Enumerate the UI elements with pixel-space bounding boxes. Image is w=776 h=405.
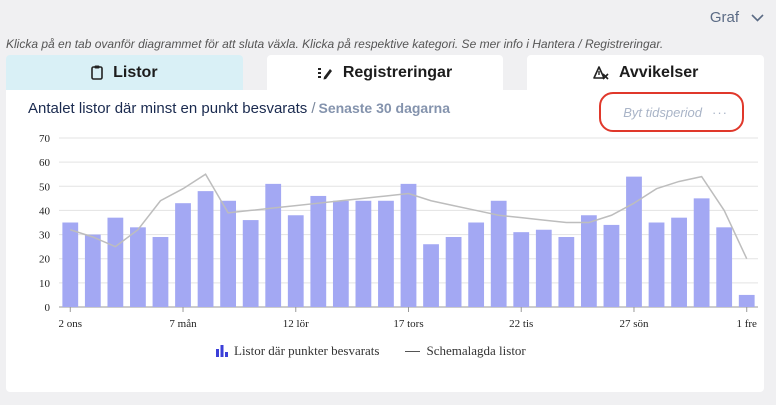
x-tick-label: 27 sön (619, 318, 649, 330)
x-tick-label: 17 tors (393, 318, 423, 330)
bar[interactable] (378, 200, 394, 307)
bar[interactable] (242, 220, 259, 307)
hint-text: Klicka på en tab ovanför diagrammet för … (6, 37, 664, 51)
chart-card: Antalet listor där minst en punkt besvar… (6, 90, 764, 392)
bar[interactable] (513, 232, 530, 307)
bar[interactable] (738, 294, 755, 307)
legend-label: Listor där punkter besvarats (234, 343, 380, 358)
view-select-label: Graf (709, 9, 739, 26)
bar[interactable] (332, 200, 349, 307)
tab-avvikelser[interactable]: Avvikelser (527, 55, 765, 90)
bar[interactable] (671, 217, 687, 307)
x-tick-label: 22 tis (509, 318, 533, 330)
x-tick-label: 12 lör (283, 318, 309, 330)
x-tick-label: 7 mån (169, 318, 197, 330)
clipboard-icon (91, 65, 103, 80)
view-select[interactable]: Graf (710, 9, 764, 26)
tab-label: Avvikelser (618, 63, 699, 81)
bar[interactable] (310, 195, 327, 307)
bar[interactable] (693, 198, 710, 307)
bar[interactable] (355, 200, 372, 307)
warning-x-icon (593, 65, 609, 80)
bar[interactable] (197, 191, 214, 307)
bar[interactable] (468, 222, 485, 308)
bar[interactable] (558, 236, 575, 307)
bar[interactable] (62, 222, 79, 308)
tab-bar: Listor Registreringar Avvikelser (6, 55, 765, 90)
legend-item-bars[interactable]: Listor där punkter besvarats (216, 343, 379, 359)
x-tick-label: 2 ons (59, 318, 83, 330)
bar[interactable] (175, 203, 191, 307)
y-tick-label: 0 (45, 302, 51, 314)
y-tick-label: 10 (39, 278, 51, 290)
bar[interactable] (265, 183, 282, 307)
line-swatch-icon (405, 350, 421, 352)
bar[interactable] (107, 217, 124, 307)
chart: 0 10 20 30 40 50 60 70 2 ons 7 mån 12 lör 17 tors 22… (39, 133, 758, 330)
bar[interactable] (716, 227, 733, 307)
bar[interactable] (648, 222, 665, 308)
bar[interactable] (490, 200, 507, 307)
tab-listor[interactable]: Listor (6, 55, 243, 90)
chart-legend: Listor där punkter besvarats Schemalagda… (216, 343, 526, 359)
tab-label: Listor (113, 63, 158, 81)
bar[interactable] (130, 227, 146, 307)
y-tick-label: 60 (39, 157, 51, 169)
legend-item-line[interactable]: Schemalagda listor (405, 343, 526, 359)
y-tick-label: 20 (39, 254, 51, 266)
bar[interactable] (287, 215, 304, 307)
bar[interactable] (445, 236, 462, 307)
bar-chart-icon (216, 345, 228, 357)
legend-label: Schemalagda listor (426, 343, 526, 358)
y-tick-label: 40 (39, 205, 51, 217)
bar[interactable] (423, 244, 439, 307)
bar[interactable] (535, 229, 552, 307)
chevron-down-icon (751, 13, 764, 22)
bar[interactable] (84, 234, 101, 307)
bar[interactable] (400, 183, 417, 307)
x-tick-label: 1 fre (736, 318, 757, 330)
bar[interactable] (580, 215, 597, 307)
y-tick-label: 50 (39, 181, 51, 193)
bar[interactable] (603, 224, 620, 307)
y-tick-label: 70 (39, 133, 51, 145)
tab-label: Registreringar (342, 63, 453, 81)
y-tick-label: 30 (39, 230, 51, 242)
tab-registreringar[interactable]: Registreringar (266, 55, 504, 90)
bar[interactable] (626, 176, 642, 307)
edit-list-icon (317, 67, 332, 79)
bar[interactable] (152, 236, 169, 307)
bar[interactable] (220, 200, 237, 307)
